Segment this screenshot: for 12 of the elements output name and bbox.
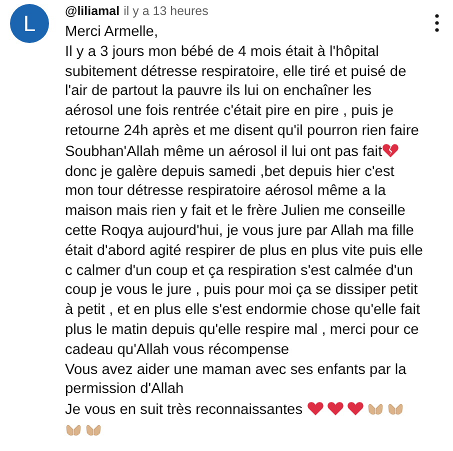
avatar[interactable]: L	[10, 4, 49, 43]
comment-time[interactable]: il y a 13 heures	[124, 4, 208, 18]
heart-icon	[346, 400, 364, 418]
comment-text: Vous avez aider une maman avec ses enfants par la permission d'Allah	[65, 360, 408, 400]
comment-text: Merci Armelle,	[65, 23, 160, 42]
heart-icon	[306, 400, 324, 418]
more-options-icon[interactable]	[435, 14, 439, 32]
heart-icon	[326, 400, 344, 418]
author-name[interactable]: @liliamal	[65, 4, 120, 18]
comment-text: Il y a 3 jours mon bébé de 4 mois était à l'hôpital subitement détresse respiratoire, elle tiré et puisé de l'air de partout la pauvre ils lui on enchaîner les aérosol une fois rentrée c'était pire en pire , puis je retourne 24h après et me disent qu'il pourron rien faire Soubhan'Allah même un aérosol il lui ont pas fait donc je galère depuis samedi ,bet depuis hier c'est mon tour détresse respiratoire aérosol même a la maison mais rien y fait et le frère Julien me conseille cette Roqya aujourd'hui, je vous jure par Allah ma fille était d'abord agité respirer de plus en plus vite puis elle c calmer d'un coup et ça respiration s'est calmée d'un coup je vous le jure , puis pour moi ça se dissiper petit à petit , et en plus elle s'est endormie chose qu'elle fait plus le matin depuis qu'elle respire mal , merci pour ce cadeau qu'Allah vous récompense	[65, 42, 423, 360]
broken-heart-icon	[382, 142, 400, 159]
comment-text: Je vous en suit très reconnaissantes	[65, 400, 423, 442]
